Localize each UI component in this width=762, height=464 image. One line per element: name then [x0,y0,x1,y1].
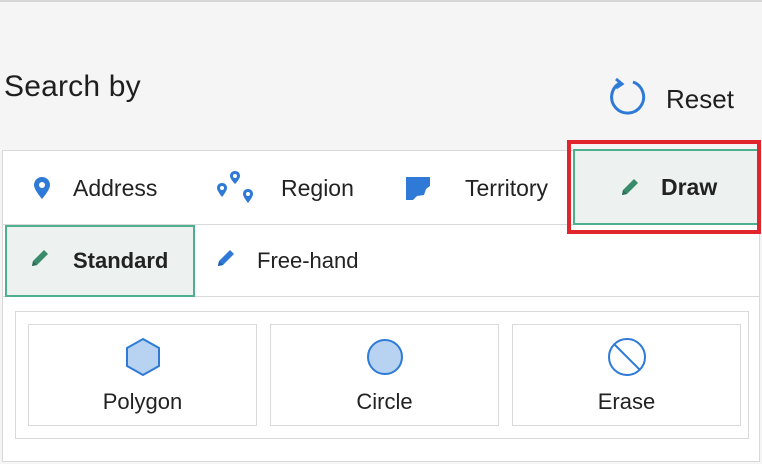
erase-tool-button[interactable]: Erase [512,324,741,426]
reset-label: Reset [666,84,734,114]
tab-address-label: Address [73,174,158,201]
multi-pin-icon [215,170,255,206]
subtab-freehand-label: Free-hand [257,248,359,273]
circle-tool-button[interactable]: Circle [270,324,499,426]
circle-icon [365,337,405,377]
tab-region[interactable]: Region [215,151,354,225]
pencil-icon [619,176,641,198]
tab-territory[interactable]: Territory [405,151,548,225]
pencil-icon [29,247,51,275]
pencil-icon [215,247,237,275]
reset-button[interactable]: Reset [606,76,734,123]
search-panel: Address Region Territory Draw Standard F… [2,149,760,462]
erase-tool-label: Erase [597,389,656,414]
page-title: Search by [4,70,141,103]
draw-mode-tabs: Standard Free-hand [3,225,759,297]
draw-tools: Polygon Circle Erase [15,311,749,439]
tab-address[interactable]: Address [33,151,157,225]
circle-tool-label: Circle [356,389,413,414]
map-pin-icon [33,176,51,200]
subtab-standard-label: Standard [73,248,169,273]
tab-draw[interactable]: Draw [573,149,759,225]
top-divider [0,0,762,4]
tab-draw-label: Draw [661,173,718,200]
search-type-tabs: Address Region Territory Draw [3,149,759,225]
tab-region-label: Region [281,174,354,201]
polygon-tool-button[interactable]: Polygon [28,324,257,426]
territory-shape-icon [405,175,431,201]
erase-icon [606,337,648,377]
subtab-standard[interactable]: Standard [5,225,195,297]
polygon-tool-label: Polygon [102,389,183,414]
tab-territory-label: Territory [465,174,549,201]
hexagon-icon [124,337,162,377]
refresh-icon [606,76,648,123]
subtab-freehand[interactable]: Free-hand [215,225,359,297]
